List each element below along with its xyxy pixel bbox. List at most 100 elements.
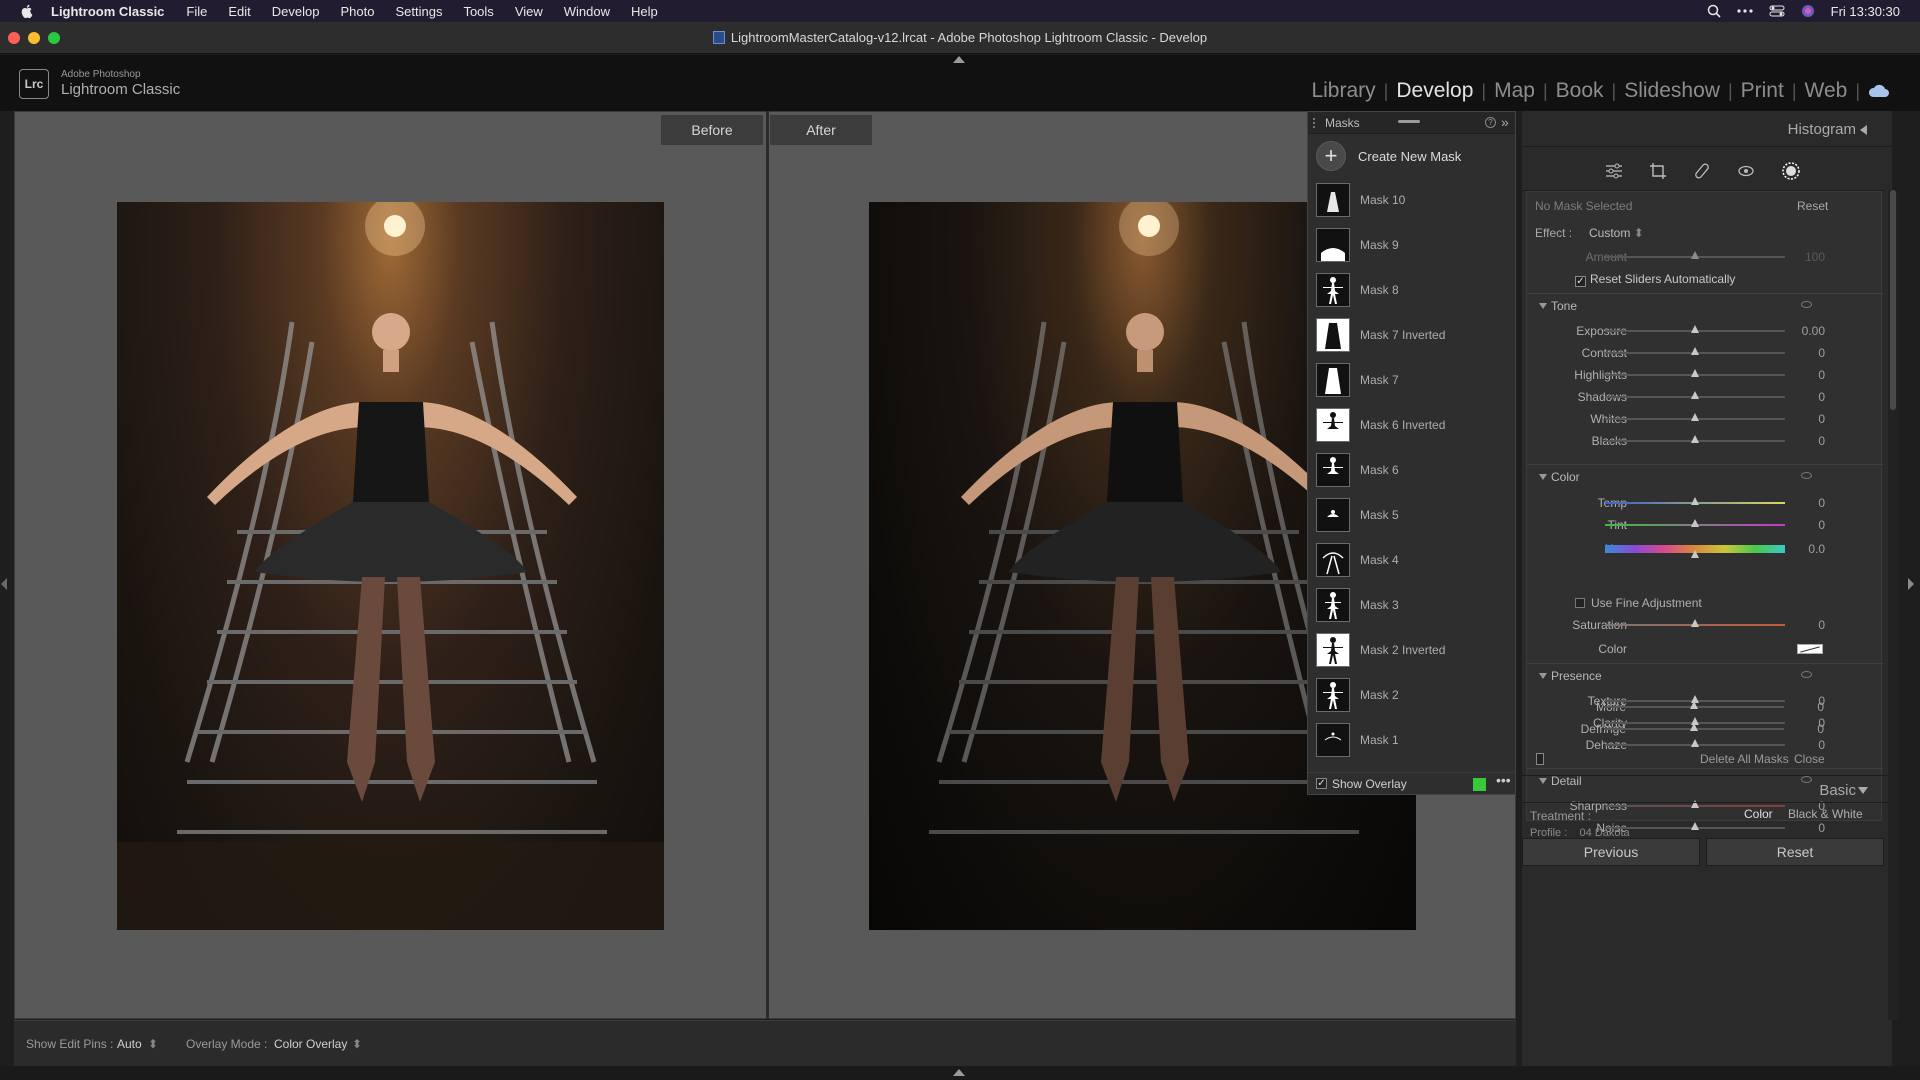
histogram-header[interactable]: Histogram [1522,111,1892,147]
amount-value[interactable]: 100 [1789,250,1825,264]
slider-value[interactable]: 0 [1789,390,1825,404]
menubar-clock[interactable]: Fri 13:30:30 [1831,4,1900,19]
presence-section-header[interactable]: Presence [1527,663,1883,687]
menu-photo[interactable]: Photo [340,4,374,19]
slider-value[interactable]: 0.0 [1789,542,1825,556]
search-icon[interactable] [1707,4,1721,18]
slider-value[interactable]: 0 [1789,821,1825,835]
slider-knob[interactable] [1691,497,1699,505]
mask-item[interactable]: Mask 6 [1316,451,1399,489]
slider-value[interactable]: 0 [1789,346,1825,360]
menu-tools[interactable]: Tools [463,4,493,19]
module-develop[interactable]: Develop [1388,79,1481,103]
slider-knob[interactable] [1691,435,1699,443]
slider-value[interactable]: 0 [1788,700,1824,714]
masks-panel-header[interactable]: Masks ? » [1308,112,1515,134]
slider-knob[interactable] [1691,325,1699,333]
collapse-bar-icon[interactable] [1398,120,1420,123]
module-book[interactable]: Book [1548,79,1612,103]
treatment-color-button[interactable]: Color [1744,807,1773,821]
menu-file[interactable]: File [186,4,207,19]
overlay-color-swatch[interactable] [1473,778,1486,791]
panel-scrollbar[interactable] [1890,190,1896,410]
edit-pins-select[interactable]: Auto [117,1037,142,1051]
delete-all-masks-button[interactable]: Delete All Masks [1700,752,1789,766]
menu-develop[interactable]: Develop [272,4,320,19]
before-photo[interactable] [117,202,664,930]
reset-button[interactable]: Reset [1706,838,1884,866]
slider-value[interactable]: 0 [1788,722,1824,736]
mask-item[interactable]: Mask 10 [1316,181,1405,219]
module-print[interactable]: Print [1733,79,1792,103]
mask-item[interactable]: Mask 9 [1316,226,1399,264]
mask-item[interactable]: Mask 3 [1316,586,1399,624]
double-chevron-icon[interactable]: » [1501,114,1509,130]
slider-knob[interactable] [1691,413,1699,421]
tone-section-header[interactable]: Tone [1527,293,1883,317]
masking-icon[interactable] [1781,161,1801,181]
reset-sliders-auto[interactable]: ✓ Reset Sliders Automatically [1575,272,1735,287]
reset-sliders-checkbox[interactable]: ✓ [1575,276,1586,287]
edit-sliders-icon[interactable] [1605,163,1623,179]
drag-handle-icon[interactable] [1313,118,1319,128]
module-slideshow[interactable]: Slideshow [1616,79,1728,103]
slider-knob[interactable] [1691,822,1699,830]
use-fine-adjustment[interactable]: Use Fine Adjustment [1575,596,1702,610]
mask-item[interactable]: Mask 6 Inverted [1316,406,1445,444]
slider-knob[interactable] [1691,347,1699,355]
eye-icon[interactable] [1801,472,1812,479]
slider-value[interactable]: 0.00 [1789,324,1825,338]
apple-icon[interactable] [19,3,35,19]
slider-value[interactable]: 0 [1789,618,1825,632]
slider-value[interactable]: 0 [1789,412,1825,426]
more-options-icon[interactable]: ••• [1496,772,1511,788]
slider-value[interactable]: 0 [1789,518,1825,532]
more-icon[interactable] [1737,8,1753,14]
eye-icon[interactable] [1801,671,1812,678]
mask-item[interactable]: Mask 7 [1316,361,1399,399]
overlay-mode-select[interactable]: Color Overlay [274,1037,347,1051]
slider-knob[interactable] [1690,701,1698,709]
slider-value[interactable]: 0 [1789,496,1825,510]
control-center-icon[interactable] [1769,5,1785,17]
fine-adjustment-checkbox[interactable] [1575,598,1585,608]
left-panel-toggle-icon[interactable] [1,578,7,590]
module-library[interactable]: Library [1303,79,1383,103]
right-panel-toggle-icon[interactable] [1908,578,1914,590]
slider-value[interactable]: 0 [1789,434,1825,448]
slider-knob[interactable] [1690,723,1698,731]
reset-link[interactable]: Reset [1797,199,1828,213]
healing-brush-icon[interactable] [1693,162,1711,180]
menu-view[interactable]: View [515,4,543,19]
menu-edit[interactable]: Edit [228,4,250,19]
menu-settings[interactable]: Settings [395,4,442,19]
menu-help[interactable]: Help [631,4,658,19]
amount-slider-knob[interactable] [1691,251,1699,259]
effect-select[interactable]: Custom ⬍ [1589,226,1644,240]
mask-item[interactable]: Mask 1 [1316,721,1399,759]
mask-item[interactable]: Mask 4 [1316,541,1399,579]
module-web[interactable]: Web [1797,79,1856,103]
cloud-sync-icon[interactable] [1868,84,1890,98]
treatment-bw-button[interactable]: Black & White [1788,807,1863,821]
menu-window[interactable]: Window [564,4,610,19]
mask-item[interactable]: Mask 2 [1316,676,1399,714]
show-overlay-checkbox[interactable]: ✓ [1316,778,1327,789]
eye-icon[interactable] [1801,301,1812,308]
previous-button[interactable]: Previous [1522,838,1700,866]
slider-knob[interactable] [1691,550,1699,558]
crop-icon[interactable] [1649,162,1667,180]
mask-item[interactable]: Mask 7 Inverted [1316,316,1445,354]
module-map[interactable]: Map [1486,79,1543,103]
color-section-header[interactable]: Color [1527,464,1883,488]
mask-item[interactable]: Mask 5 [1316,496,1399,534]
mask-item[interactable]: Mask 8 [1316,271,1399,309]
bottom-panel-toggle-icon[interactable] [953,1069,965,1076]
help-icon[interactable]: ? [1485,117,1496,128]
slider-knob[interactable] [1691,619,1699,627]
red-eye-icon[interactable] [1737,163,1755,179]
toggle-switch-icon[interactable] [1536,753,1544,765]
top-panel-toggle-icon[interactable] [953,56,965,63]
slider-value[interactable]: 0 [1789,368,1825,382]
slider-knob[interactable] [1691,369,1699,377]
